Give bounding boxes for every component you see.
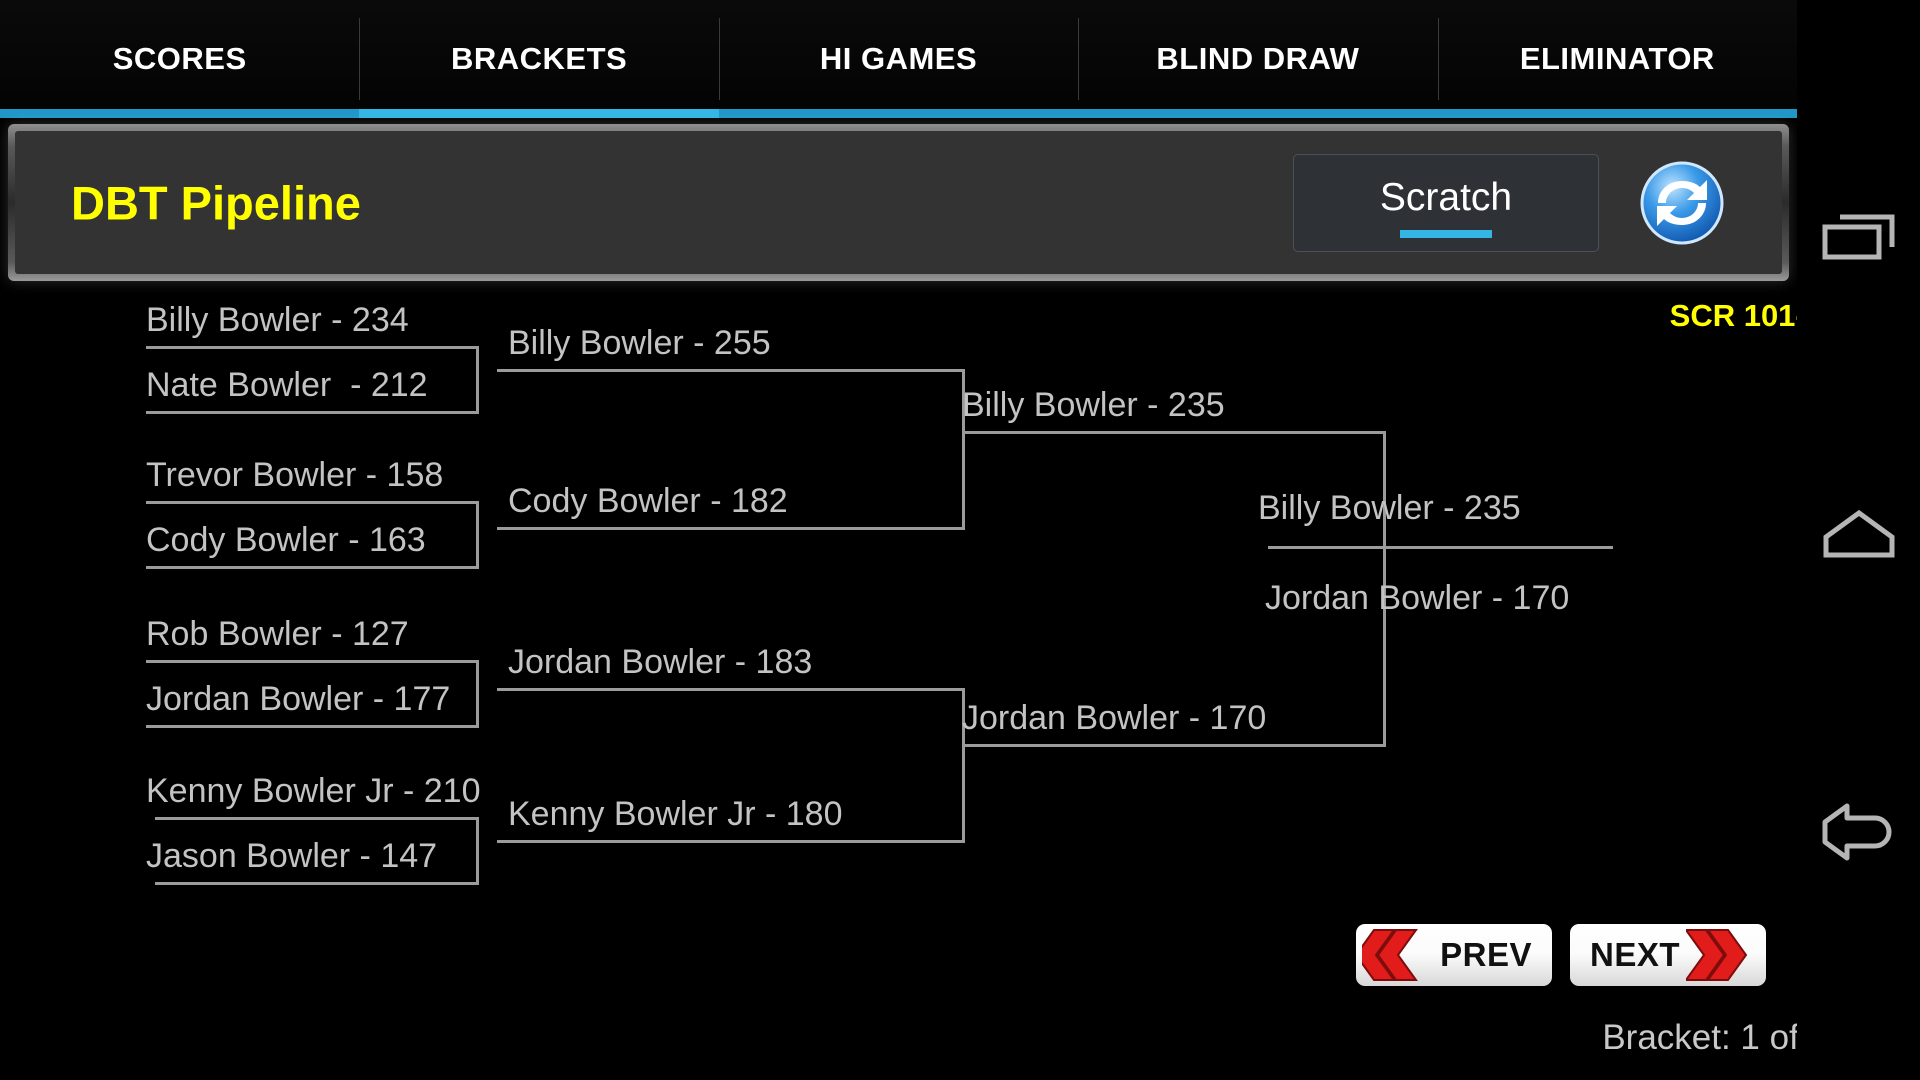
scratch-button-label: Scratch — [1379, 176, 1513, 219]
tab-label: SCORES — [112, 41, 247, 76]
tab-label: BRACKETS — [450, 41, 628, 76]
bracket-count-status: Bracket: 1 of 3 — [1602, 1018, 1828, 1057]
bracket-slot-r2-p1[interactable]: Billy Bowler - 255 — [508, 324, 771, 363]
refresh-icon — [1640, 161, 1724, 244]
back-icon — [1822, 803, 1891, 861]
tab-hi-games[interactable]: HI GAMES — [718, 0, 1079, 118]
tab-blind-draw[interactable]: BLIND DRAW — [1078, 0, 1438, 118]
app-root: SCORES BRACKETS HI GAMES BLIND DRAW ELIM… — [0, 0, 1920, 1080]
tab-scores[interactable]: SCORES — [0, 0, 360, 118]
bracket-line — [155, 817, 479, 820]
android-navigation-bar — [1797, 0, 1920, 1080]
next-button[interactable]: NEXT — [1570, 924, 1766, 986]
bracket-slot-r1-p8[interactable]: Jason Bowler - 147 — [146, 837, 437, 876]
tab-underline — [0, 109, 360, 118]
bracket-slot-r1-p4[interactable]: Cody Bowler - 163 — [146, 521, 426, 560]
home-button[interactable] — [1820, 505, 1898, 566]
bracket-line — [146, 346, 479, 349]
bracket-pager: PREV NEXT — [1356, 924, 1766, 986]
prev-button[interactable]: PREV — [1356, 924, 1552, 986]
bracket-header-panel: DBT Pipeline Scratch — [8, 124, 1789, 281]
scratch-button[interactable]: Scratch — [1293, 153, 1599, 252]
tab-underline — [1078, 109, 1438, 118]
chevron-left-icon — [1362, 928, 1436, 982]
bracket-line — [962, 744, 1386, 747]
bracket-slot-r2-p3[interactable]: Jordan Bowler - 183 — [508, 643, 812, 682]
bracket-line — [476, 501, 479, 569]
home-icon — [1823, 509, 1894, 558]
bracket-line-champion — [1268, 546, 1613, 549]
bracket-line — [962, 431, 1386, 434]
bracket-slot-r1-p3[interactable]: Trevor Bowler - 158 — [146, 456, 443, 495]
back-button[interactable] — [1817, 800, 1901, 871]
next-button-label: NEXT — [1590, 936, 1681, 973]
page-title: DBT Pipeline — [71, 176, 361, 229]
recents-button[interactable] — [1820, 205, 1898, 276]
tab-bar: SCORES BRACKETS HI GAMES BLIND DRAW ELIM… — [0, 0, 1798, 118]
bracket-line — [146, 411, 479, 414]
tab-underline — [718, 109, 1079, 118]
prev-button-label: PREV — [1440, 936, 1532, 973]
bracket-line — [476, 346, 479, 414]
tab-label: ELIMINATOR — [1519, 41, 1715, 76]
tab-label: HI GAMES — [819, 41, 978, 76]
tab-underline — [1437, 109, 1798, 118]
chevron-right-icon — [1686, 928, 1760, 982]
bracket-slot-r3-p1[interactable]: Billy Bowler - 235 — [962, 386, 1225, 425]
bracket-slot-r1-p5[interactable]: Rob Bowler - 127 — [146, 615, 409, 654]
bracket-slot-r1-p7[interactable]: Kenny Bowler Jr - 210 — [146, 772, 481, 811]
bracket-line — [155, 882, 479, 885]
bracket-line — [497, 369, 965, 372]
bracket-header-inner: DBT Pipeline Scratch — [15, 131, 1782, 274]
recents-icon — [1822, 214, 1894, 260]
bracket-slot-final-p2[interactable]: Jordan Bowler - 170 — [1265, 579, 1569, 618]
bracket-line — [476, 817, 479, 885]
bracket-line — [476, 660, 479, 728]
bracket-line — [497, 527, 965, 530]
scratch-selected-indicator — [1400, 229, 1492, 238]
bracket-line — [497, 840, 965, 843]
bracket-slot-r1-p6[interactable]: Jordan Bowler - 177 — [146, 680, 450, 719]
bracket-slot-final-p1[interactable]: Billy Bowler - 235 — [1258, 489, 1521, 528]
bracket-slot-r3-p2[interactable]: Jordan Bowler - 170 — [962, 699, 1266, 738]
bracket-line — [146, 660, 479, 663]
bracket-slot-r1-p2[interactable]: Nate Bowler - 212 — [146, 366, 428, 405]
bracket-slot-r1-p1[interactable]: Billy Bowler - 234 — [146, 301, 409, 340]
bracket-slot-r2-p2[interactable]: Cody Bowler - 182 — [508, 482, 788, 521]
bracket-line — [146, 725, 479, 728]
refresh-button[interactable] — [1640, 161, 1724, 245]
tab-underline-active — [359, 109, 719, 118]
tab-eliminator[interactable]: ELIMINATOR — [1437, 0, 1798, 118]
bracket-line — [497, 688, 965, 691]
bracket-slot-r2-p4[interactable]: Kenny Bowler Jr - 180 — [508, 795, 843, 834]
tab-label: BLIND DRAW — [1156, 41, 1360, 76]
bracket-line — [146, 566, 479, 569]
bracket-line — [146, 501, 479, 504]
tab-brackets[interactable]: BRACKETS — [359, 0, 719, 118]
bracket-tree: Billy Bowler - 234 Nate Bowler - 212 Tre… — [0, 281, 1797, 981]
